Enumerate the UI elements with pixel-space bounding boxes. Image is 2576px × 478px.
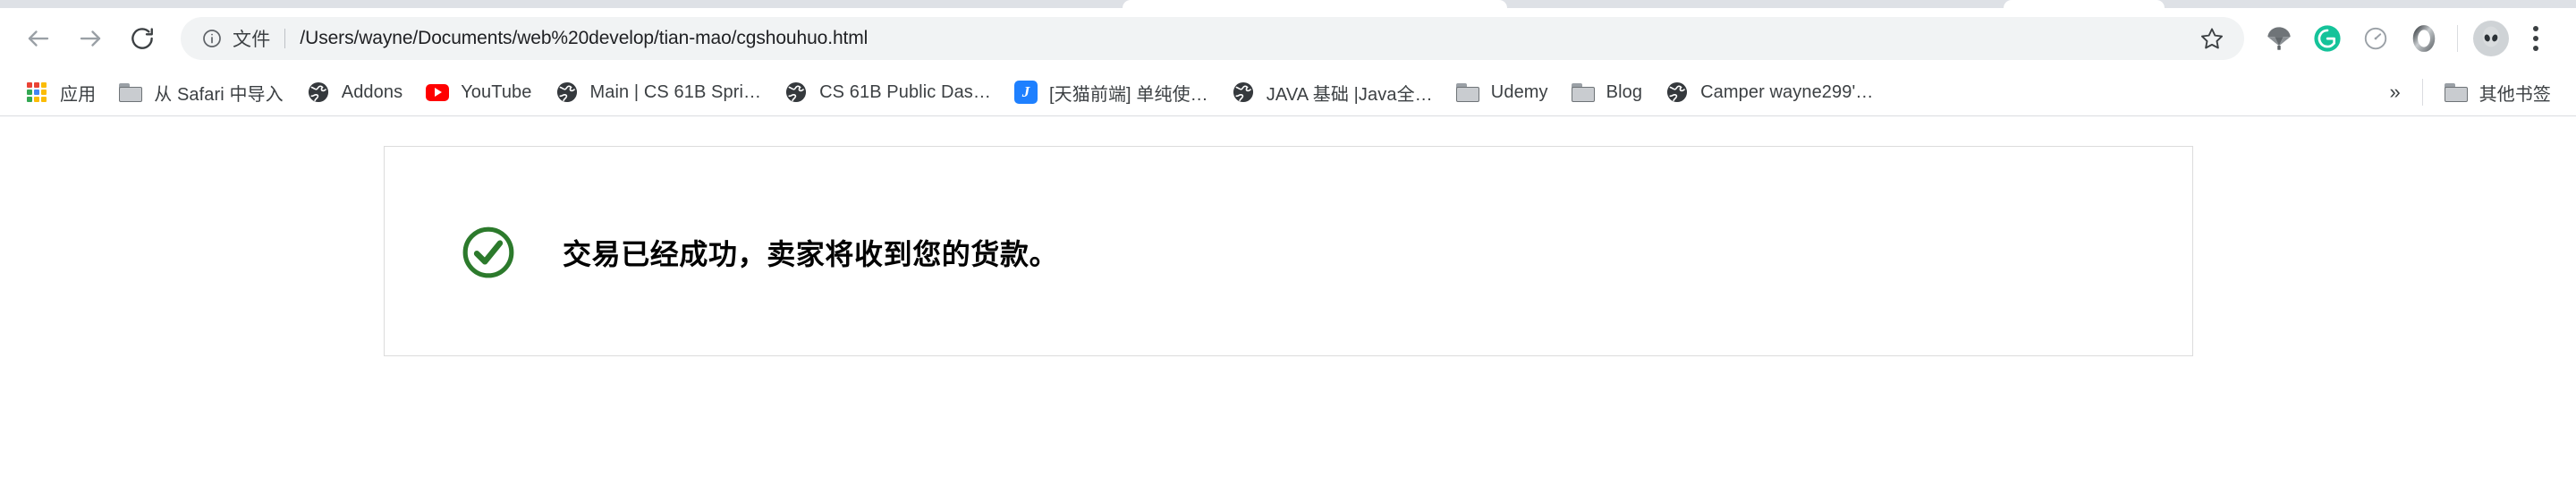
globe-icon <box>783 79 809 106</box>
bookmark-item-other-bookmarks[interactable]: 其他书签 <box>2432 74 2562 110</box>
folder-icon <box>1454 79 1481 106</box>
bookmark-label: Camper wayne299'… <box>1700 81 1874 102</box>
menu-dot <box>2533 36 2538 41</box>
grammarly-extension-icon[interactable] <box>2303 14 2351 63</box>
bookmark-item-cs61b-main[interactable]: Main | CS 61B Spri… <box>543 74 773 110</box>
bookmarks-overflow-button[interactable]: » <box>2377 74 2413 110</box>
parachute-extension-icon[interactable] <box>2255 14 2303 63</box>
bookmark-label: JAVA 基础 |Java全… <box>1266 84 1433 105</box>
bookmark-item-addons[interactable]: Addons <box>294 74 413 110</box>
reload-button[interactable] <box>116 13 168 64</box>
youtube-icon <box>424 79 451 106</box>
folder-icon <box>117 79 144 106</box>
menu-dot <box>2533 46 2538 51</box>
address-bar[interactable]: 文件 /Users/wayne/Documents/web%20develop/… <box>181 17 2244 60</box>
bookmark-item-apps[interactable]: 应用 <box>13 74 106 110</box>
bookmark-item-youtube[interactable]: YouTube <box>413 74 542 110</box>
browser-window: 文件 /Users/wayne/Documents/web%20develop/… <box>0 0 2576 478</box>
bookmark-item-udemy[interactable]: Udemy <box>1444 74 1559 110</box>
bookmark-label: Blog <box>1606 81 1643 102</box>
bookmark-label: 从 Safari 中导入 <box>154 84 284 105</box>
transaction-status-card: 交易已经成功，卖家将收到您的货款。 <box>384 146 2193 356</box>
bookmark-label: Udemy <box>1490 81 1548 102</box>
menu-dot <box>2533 26 2538 31</box>
bookmark-label: 应用 <box>60 84 97 105</box>
bookmark-label: Addons <box>341 81 403 102</box>
transaction-success-message: 交易已经成功，卖家将收到您的货款。 <box>563 236 1059 271</box>
bookmark-label: CS 61B Public Das… <box>819 81 991 102</box>
apps-grid-icon <box>23 79 50 106</box>
browser-toolbar: 文件 /Users/wayne/Documents/web%20develop/… <box>0 8 2576 69</box>
bookmark-label: 其他书签 <box>2479 84 2551 105</box>
ring-extension-icon[interactable] <box>2400 14 2448 63</box>
address-bar-scheme-label: 文件 <box>233 30 271 50</box>
bookmarks-divider <box>2421 79 2423 106</box>
globe-icon <box>554 79 580 106</box>
bookmark-item-java-basics[interactable]: JAVA 基础 |Java全… <box>1219 74 1444 110</box>
bookmark-item-blog[interactable]: Blog <box>1559 74 1653 110</box>
profile-avatar-button[interactable] <box>2467 14 2515 63</box>
speedometer-extension-icon[interactable] <box>2351 14 2400 63</box>
star-icon[interactable] <box>2196 22 2228 55</box>
address-bar-divider <box>284 29 286 48</box>
globe-icon <box>305 79 332 106</box>
toolbar-divider <box>2457 25 2458 52</box>
back-button[interactable] <box>13 13 64 64</box>
bookmark-label: Main | CS 61B Spri… <box>589 81 762 102</box>
arrow-right-icon <box>77 25 104 52</box>
alien-avatar-icon <box>2473 21 2509 56</box>
info-circle-icon[interactable] <box>200 27 224 50</box>
bookmarks-bar: 应用 从 Safari 中导入 Addons YouTube Main | CS… <box>0 69 2576 116</box>
transaction-status-row: 交易已经成功，卖家将收到您的货款。 <box>461 147 1058 357</box>
bookmark-label: YouTube <box>461 81 532 102</box>
address-bar-url[interactable]: /Users/wayne/Documents/web%20develop/tia… <box>300 28 2183 49</box>
bookmark-label: [天猫前端] 单纯使… <box>1049 84 1208 105</box>
juejin-icon: J <box>1013 79 1039 106</box>
page-content: 交易已经成功，卖家将收到您的货款。 <box>0 116 2576 478</box>
folder-icon <box>2443 79 2470 106</box>
three-dot-menu-icon[interactable] <box>2515 14 2556 63</box>
globe-icon <box>1230 79 1257 106</box>
reload-icon <box>129 25 156 52</box>
inactive-tab[interactable] <box>2004 0 2165 8</box>
tab-strip <box>0 0 2576 8</box>
bookmark-item-tianmao-frontend[interactable]: J [天猫前端] 单纯使… <box>1002 74 1219 110</box>
globe-icon <box>1664 79 1690 106</box>
active-tab[interactable] <box>1123 0 1507 8</box>
bookmark-item-safari-import[interactable]: 从 Safari 中导入 <box>106 74 294 110</box>
success-check-circle-icon <box>461 225 516 280</box>
bookmark-item-camper[interactable]: Camper wayne299'… <box>1653 74 1884 110</box>
bookmark-item-cs61b-dashboard[interactable]: CS 61B Public Das… <box>772 74 1002 110</box>
forward-button[interactable] <box>64 13 116 64</box>
folder-icon <box>1570 79 1597 106</box>
arrow-left-icon <box>25 25 52 52</box>
